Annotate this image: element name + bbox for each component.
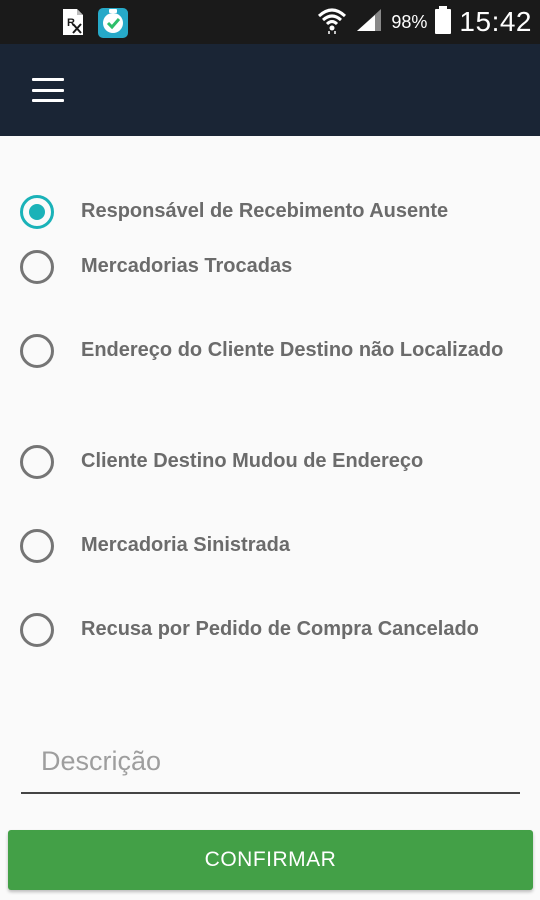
- clock: 15:42: [459, 6, 532, 37]
- radio-button[interactable]: [20, 613, 54, 647]
- radio-button[interactable]: [20, 334, 54, 368]
- radio-button[interactable]: [20, 529, 54, 563]
- description-input[interactable]: [21, 732, 520, 790]
- shield-check-app-icon: [98, 8, 128, 42]
- option-label: Responsável de Recebimento Ausente: [81, 200, 449, 222]
- confirm-button[interactable]: CONFIRMAR: [8, 830, 533, 890]
- description-field: [21, 732, 520, 794]
- svg-text:R: R: [67, 17, 75, 29]
- radio-button[interactable]: [20, 250, 54, 284]
- status-bar-notifications: R: [60, 8, 128, 42]
- app-bar: [0, 44, 540, 136]
- status-bar: R 98% 15:42: [0, 0, 540, 44]
- signal-icon: [355, 7, 383, 37]
- hamburger-menu-icon[interactable]: [28, 74, 68, 106]
- option-label: Mercadoria Sinistrada: [81, 534, 290, 556]
- radio-button[interactable]: [20, 445, 54, 479]
- option-label: Endereço do Cliente Destino não Localiza…: [81, 339, 504, 361]
- wifi-icon: [317, 6, 347, 38]
- status-bar-system: 98% 15:42: [317, 0, 532, 44]
- battery-icon: [435, 6, 452, 38]
- option-label: Cliente Destino Mudou de Endereço: [81, 450, 424, 472]
- option-label: Mercadorias Trocadas: [81, 255, 293, 277]
- rx-notification-icon: R: [60, 8, 86, 42]
- option-label: Recusa por Pedido de Compra Cancelado: [81, 618, 479, 640]
- radio-button[interactable]: [20, 195, 54, 229]
- battery-percentage: 98%: [391, 11, 428, 32]
